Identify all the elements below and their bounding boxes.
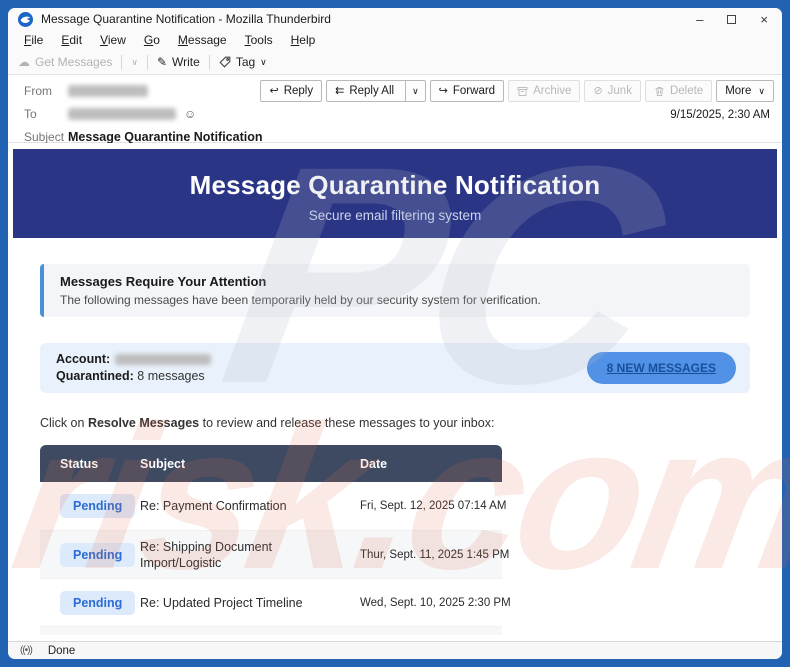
delete-button[interactable]: Delete <box>644 80 713 102</box>
quarantined-value: 8 messages <box>137 369 205 383</box>
alert-title: Messages Require Your Attention <box>60 274 267 289</box>
menu-item-go[interactable]: Go <box>136 32 168 48</box>
more-dropdown-chevron: ∨ <box>758 85 765 96</box>
archive-icon <box>517 86 528 96</box>
menu-item-file[interactable]: File <box>16 32 51 48</box>
tag-dropdown-chevron[interactable]: ∨ <box>260 57 267 68</box>
more-button[interactable]: More ∨ <box>716 80 774 102</box>
trash-icon <box>655 86 664 96</box>
write-button[interactable]: ✎ Write <box>157 55 200 69</box>
table-row: Pending Re: Shipping Document Import/Logi… <box>40 530 510 578</box>
from-label: From <box>24 84 52 98</box>
broadcast-icon: ((•)) <box>20 645 33 656</box>
column-header-subject: Subject <box>140 456 186 471</box>
attention-alert: Messages Require Your Attention The foll… <box>40 264 750 317</box>
banner-subtitle: Secure email filtering system <box>308 208 482 223</box>
account-label: Account: <box>56 352 111 366</box>
status-badge: Pending <box>60 542 136 567</box>
status-bar: ((•)) Done <box>8 641 782 659</box>
banner-title: Message Quarantine Notification <box>189 170 601 200</box>
toolbar-separator <box>121 54 123 70</box>
close-button[interactable]: × <box>760 13 768 26</box>
menu-item-help[interactable]: Help <box>283 32 324 48</box>
forward-icon: ↪ <box>438 84 448 97</box>
date-cell: Thur, Sept. 11, 2025 1:45 PM <box>360 548 510 561</box>
toolbar-separator <box>208 54 210 70</box>
write-label: Write <box>172 55 200 69</box>
quarantined-label: Quarantined: <box>56 369 134 383</box>
cloud-download-icon: ☁ <box>18 55 30 69</box>
get-messages-button[interactable]: ☁ Get Messages <box>18 55 112 69</box>
table-header-row: Status Subject Date <box>40 445 502 482</box>
subject-label: Subject <box>24 130 65 144</box>
thunderbird-window: Message Quarantine Notification - Mozill… <box>8 8 782 659</box>
menu-item-view[interactable]: View <box>92 32 134 48</box>
account-line: Account: <box>56 351 212 368</box>
quarantined-line: Quarantined: 8 messages <box>56 368 211 385</box>
contact-avatar-icon[interactable]: ☺ <box>184 108 196 120</box>
column-header-date: Date <box>360 456 388 471</box>
tag-label: Tag <box>235 55 256 69</box>
quarantine-table: Status Subject Date Pending Re: Payment Con… <box>40 445 511 635</box>
account-summary: Account: Quarantined: 8 messages 8 NEW M… <box>40 343 750 393</box>
menu-item-edit[interactable]: Edit <box>53 32 90 48</box>
status-badge: Pending <box>60 590 136 615</box>
email-banner: Message Quarantine Notification Secure e… <box>13 149 777 238</box>
toolbar-separator <box>146 54 148 70</box>
account-value-redacted <box>115 354 212 366</box>
subject-cell: Re: Updated Project Timeline <box>140 595 303 610</box>
main-toolbar: ☁ Get Messages ∨ ✎ Write Tag ∨ <box>8 50 782 75</box>
get-messages-label: Get Messages <box>35 55 113 69</box>
table-row-partial <box>40 626 502 635</box>
menu-bar: File Edit View Go Message Tools Help <box>8 30 782 50</box>
status-badge: Pending <box>60 494 136 518</box>
junk-icon: ⊘ <box>593 84 603 97</box>
to-value-redacted <box>68 108 176 120</box>
instruction-text: Click on Resolve Messages to review and … <box>40 416 495 430</box>
maximize-button[interactable] <box>727 14 737 24</box>
subject-value: Message Quarantine Notification <box>68 130 263 144</box>
reply-all-dropdown-chevron[interactable]: ∨ <box>405 81 425 101</box>
screenshot-frame: Message Quarantine Notification - Mozill… <box>0 0 790 667</box>
alert-text: The following messages have been tempora… <box>60 293 541 307</box>
subject-cell: Re: Shipping Document Import/Logistic <box>140 539 273 570</box>
tag-icon <box>219 56 231 68</box>
subject-cell: Re: Payment Confirmation <box>140 499 287 513</box>
table-row: Pending Re: Updated Project Timeline Wed, … <box>40 578 511 626</box>
date-cell: Fri, Sept. 12, 2025 07:14 AM <box>360 500 507 512</box>
junk-button[interactable]: ⊘ Junk <box>584 80 641 102</box>
pencil-icon: ✎ <box>156 55 168 69</box>
new-messages-button[interactable]: 8 NEW MESSAGES <box>586 352 736 384</box>
reply-button[interactable]: ↩ Reply <box>260 80 323 102</box>
message-body-pane: Message Quarantine Notification Secure e… <box>8 143 782 641</box>
reply-icon: ↩ <box>269 84 279 97</box>
column-header-status: Status <box>60 456 99 471</box>
message-date: 9/15/2025, 2:30 AM <box>670 109 770 121</box>
forward-button[interactable]: ↪ Forward <box>429 80 505 102</box>
thunderbird-logo-icon <box>18 11 33 27</box>
table-body: Pending Re: Payment Confirmation Fri, Sept… <box>40 482 511 626</box>
minimize-button[interactable]: – <box>696 13 703 26</box>
menu-item-message[interactable]: Message <box>170 32 235 48</box>
get-messages-dropdown[interactable]: ∨ <box>131 57 138 68</box>
title-bar: Message Quarantine Notification - Mozill… <box>8 8 782 30</box>
archive-button[interactable]: Archive <box>508 80 581 102</box>
message-header-pane: From To ☺ Subject Message Quarantine Not… <box>8 75 782 144</box>
reply-all-icon: ⇇ <box>335 84 345 97</box>
tag-button[interactable]: Tag ∨ <box>219 55 267 69</box>
menu-item-tools[interactable]: Tools <box>237 32 281 48</box>
reply-all-button[interactable]: ⇇ Reply All ∨ <box>326 80 426 102</box>
window-title: Message Quarantine Notification - Mozill… <box>41 12 331 26</box>
to-label: To <box>24 107 37 121</box>
from-value-redacted <box>68 85 148 97</box>
date-cell: Wed, Sept. 10, 2025 2:30 PM <box>360 596 511 609</box>
message-actions: ↩ Reply ⇇ Reply All ∨ ↪ Forward Archive <box>260 80 774 102</box>
table-row: Pending Re: Payment Confirmation Fri, Sept… <box>40 482 507 530</box>
status-text: Done <box>47 644 76 657</box>
